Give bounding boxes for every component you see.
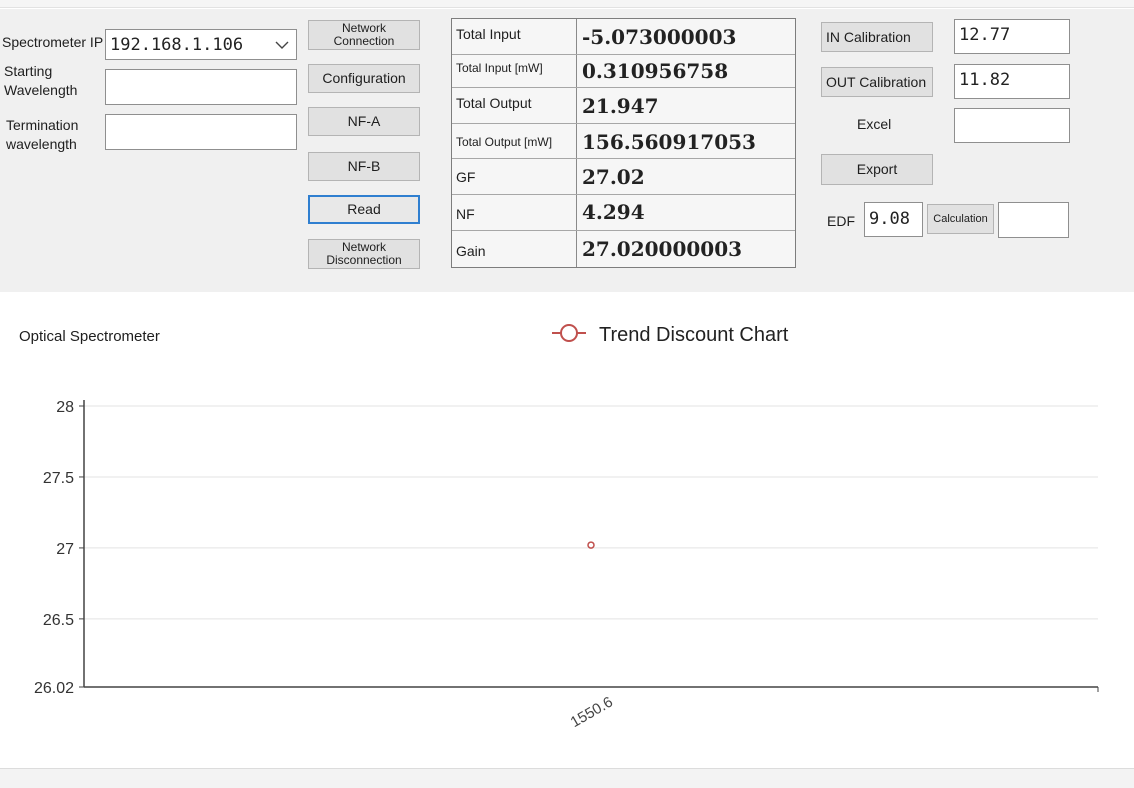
chart-area: Optical Spectrometer Trend Discount Char… (0, 296, 1134, 768)
starting-wavelength-input[interactable] (105, 69, 297, 105)
edf-label: EDF (827, 213, 855, 229)
result-value: 27.02 (582, 165, 645, 189)
edf-value: 9.08 (869, 209, 910, 229)
result-row-gf: GF 27.02 (452, 158, 795, 195)
trend-chart: Trend Discount Chart 26.02 26.5 27 27.5 28 15… (34, 324, 1099, 731)
spectrometer-ip-select[interactable]: 192.168.1.106 (105, 29, 297, 60)
nf-b-button[interactable]: NF-B (308, 152, 420, 181)
excel-label: Excel (857, 116, 892, 132)
result-row-gain: Gain 27.020000003 (452, 230, 795, 267)
in-calibration-value: 12.77 (959, 25, 1011, 45)
calculation-button[interactable]: Calculation (927, 204, 994, 234)
network-disconnection-button[interactable]: Network Disconnection (308, 239, 420, 269)
result-value: 156.560917053 (582, 130, 756, 154)
termination-wavelength-label: Termination wavelength (6, 117, 79, 152)
out-calibration-value: 11.82 (959, 70, 1011, 90)
data-point (587, 541, 595, 549)
out-calibration-field[interactable]: 11.82 (954, 64, 1070, 99)
excel-input[interactable] (954, 108, 1070, 143)
nf-a-button[interactable]: NF-A (308, 107, 420, 136)
result-row-total-input-mw: Total Input [mW] 0.310956758 (452, 54, 795, 88)
result-row-total-output: Total Output 21.947 (452, 87, 795, 124)
chevron-down-icon (275, 41, 289, 49)
termination-wavelength-input[interactable] (105, 114, 297, 150)
y-tick-label: 26.02 (34, 680, 74, 697)
result-value: -5.073000003 (582, 25, 737, 49)
network-connection-button[interactable]: Network Connection (308, 20, 420, 50)
calculation-result-field[interactable] (998, 202, 1069, 238)
result-row-total-input: Total Input -5.073000003 (452, 19, 795, 55)
status-bar (0, 768, 1134, 788)
chart-marks (587, 541, 595, 549)
result-label: Total Input (456, 26, 521, 42)
configuration-button[interactable]: Configuration (308, 64, 420, 93)
window-top-strip (0, 0, 1134, 8)
result-value: 21.947 (582, 94, 659, 118)
starting-wavelength-label: Starting Wavelength (4, 63, 78, 98)
in-calibration-button[interactable]: IN Calibration (821, 22, 933, 52)
result-value: 4.294 (582, 200, 645, 224)
legend-label: Trend Discount Chart (599, 324, 789, 346)
result-label: Total Input [mW] (456, 61, 543, 75)
out-calibration-button[interactable]: OUT Calibration (821, 67, 933, 97)
chart-grid (84, 405, 1098, 620)
result-label: NF (456, 206, 475, 222)
result-label: GF (456, 169, 476, 185)
chart-legend: Trend Discount Chart (552, 324, 789, 346)
y-tick-label: 28 (56, 399, 74, 416)
result-value: 27.020000003 (582, 237, 743, 261)
spectrometer-ip-value: 192.168.1.106 (110, 35, 244, 55)
legend-circle-marker (560, 324, 578, 342)
result-value: 0.310956758 (582, 59, 729, 83)
y-tick-label: 27 (56, 541, 74, 558)
result-label: Gain (456, 243, 486, 259)
result-label: Total Output [mW] (456, 135, 553, 149)
in-calibration-field[interactable]: 12.77 (954, 19, 1070, 54)
export-button[interactable]: Export (821, 154, 933, 185)
result-label: Total Output (456, 95, 532, 111)
read-button[interactable]: Read (308, 195, 420, 224)
y-tick-label: 26.5 (43, 612, 74, 629)
chart-ticks: 26.02 26.5 27 27.5 28 1550.6 (34, 399, 616, 731)
edf-input[interactable]: 9.08 (864, 202, 923, 237)
y-tick-label: 27.5 (43, 470, 74, 487)
spectrometer-ip-label: Spectrometer IP (2, 34, 104, 50)
result-row-nf: NF 4.294 (452, 194, 795, 231)
results-table: Total Input -5.073000003 Total Input [mW… (451, 18, 796, 268)
result-row-total-output-mw: Total Output [mW] 156.560917053 (452, 123, 795, 159)
x-tick-label: 1550.6 (568, 693, 616, 731)
